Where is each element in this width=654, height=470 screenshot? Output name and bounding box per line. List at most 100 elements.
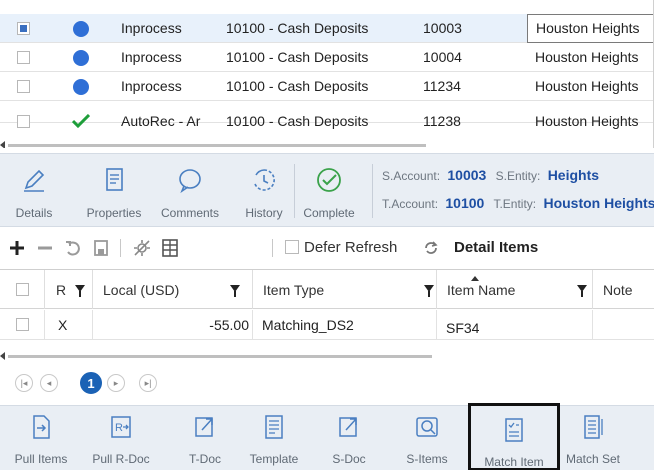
row-select-cell[interactable]: [0, 310, 45, 340]
pull-items-label: Pull Items: [14, 452, 68, 466]
target-account-label: T.Account:: [382, 197, 439, 211]
sort-ascending-icon: [471, 276, 479, 281]
match-item-button[interactable]: Match Item: [468, 403, 560, 470]
grid-row[interactable]: Inprocess 10100 - Cash Deposits 10003 Ho…: [0, 14, 653, 43]
source-info: S.Account: 10003 S.Entity: Heights: [382, 167, 654, 187]
status-cell: AutoRec - Ar: [121, 113, 201, 129]
first-page-icon[interactable]: |◂: [15, 374, 33, 392]
scroll-left-arrow-icon[interactable]: [0, 352, 5, 360]
toolbar-divider: [272, 239, 273, 257]
entity-cell[interactable]: Houston Heights: [527, 14, 653, 43]
refresh-icon[interactable]: [422, 238, 440, 258]
column-header-r[interactable]: R: [45, 270, 93, 309]
select-all-checkbox[interactable]: [16, 283, 29, 296]
number-cell: 11238: [423, 113, 461, 129]
filter-icon[interactable]: [424, 285, 434, 297]
scrollbar-thumb[interactable]: [8, 355, 432, 358]
grid-row[interactable]: Inprocess 10100 - Cash Deposits 10004 Ho…: [0, 43, 653, 72]
defer-refresh-checkbox[interactable]: [285, 240, 299, 254]
history-button[interactable]: History: [236, 154, 292, 228]
template-label: Template: [249, 452, 299, 466]
clear-filter-icon[interactable]: [132, 238, 152, 258]
details-label: Details: [15, 206, 53, 220]
item-name-cell[interactable]: SF34: [437, 310, 593, 340]
column-header-note[interactable]: Note: [593, 270, 654, 309]
pencil-icon: [24, 169, 45, 192]
remove-icon[interactable]: [36, 238, 54, 258]
target-entity-label: T.Entity:: [493, 197, 537, 211]
comments-button[interactable]: Comments: [152, 154, 228, 228]
blue-dot-icon: [73, 21, 89, 37]
match-item-icon: [505, 418, 523, 442]
comments-label: Comments: [160, 206, 219, 220]
local-usd-cell[interactable]: -55.00: [93, 310, 253, 340]
row-checkbox[interactable]: [17, 51, 30, 64]
table-row[interactable]: X -55.00 Matching_DS2 SF34: [0, 310, 654, 340]
column-header-label: Local (USD): [103, 282, 180, 298]
target-entity-value: Houston Heights: [543, 195, 654, 211]
filter-icon[interactable]: [75, 285, 85, 297]
target-info: T.Account: 10100 T.Entity: Houston Heigh…: [382, 195, 654, 215]
entity-cell: Houston Heights: [535, 113, 639, 129]
select-all-header[interactable]: [0, 270, 45, 309]
column-chooser-icon[interactable]: [160, 238, 180, 258]
item-type-cell[interactable]: Matching_DS2: [253, 310, 437, 340]
current-page-button[interactable]: 1: [80, 372, 102, 394]
account-cell: 10100 - Cash Deposits: [226, 49, 369, 65]
match-set-button[interactable]: Match Set: [560, 406, 626, 470]
blue-dot-icon: [73, 79, 89, 95]
complete-check-icon: [317, 168, 341, 192]
last-page-icon[interactable]: ▸|: [139, 374, 157, 392]
tdoc-button[interactable]: T-Doc: [170, 406, 240, 470]
column-header-item-type[interactable]: Item Type: [253, 270, 437, 309]
pull-items-button[interactable]: Pull Items: [0, 406, 82, 470]
add-icon[interactable]: [8, 238, 26, 258]
sitems-button[interactable]: S-Items: [392, 406, 462, 470]
template-icon: [265, 415, 283, 439]
grid-row[interactable]: Inprocess 10100 - Cash Deposits 11234 Ho…: [0, 72, 653, 101]
number-cell: 10003: [423, 20, 462, 36]
source-entity-value: Heights: [547, 167, 600, 183]
document-list-icon: [106, 168, 123, 191]
pull-items-icon: [33, 415, 50, 439]
complete-label: Complete: [303, 206, 355, 220]
toolbar-divider: [120, 239, 121, 257]
note-cell[interactable]: [593, 310, 654, 340]
sitems-icon: [416, 417, 438, 437]
grid-row[interactable]: AutoRec - Ar 10100 - Cash Deposits 11238…: [0, 101, 653, 129]
tdoc-label: T-Doc: [188, 452, 221, 466]
undo-icon[interactable]: [64, 238, 82, 258]
column-header-local-usd[interactable]: Local (USD): [93, 270, 253, 309]
previous-page-icon[interactable]: ◂: [40, 374, 58, 392]
save-icon[interactable]: [92, 238, 110, 258]
column-header-label: Note: [603, 282, 633, 298]
sdoc-button[interactable]: S-Doc: [318, 406, 380, 470]
account-cell: 10100 - Cash Deposits: [226, 20, 369, 36]
source-account-value: 10003: [447, 167, 487, 183]
row-checkbox[interactable]: [17, 115, 30, 128]
filter-icon[interactable]: [577, 285, 587, 297]
row-checkbox[interactable]: [16, 318, 29, 331]
column-header-label: R: [56, 282, 67, 298]
status-cell: Inprocess: [121, 78, 182, 94]
r-cell[interactable]: X: [45, 310, 93, 340]
pull-rdoc-button[interactable]: R Pull R-Doc: [82, 406, 160, 470]
column-header-item-name[interactable]: Item Name: [437, 270, 593, 309]
horizontal-scrollbar[interactable]: [0, 352, 654, 360]
properties-button[interactable]: Properties: [76, 154, 152, 228]
filter-icon[interactable]: [230, 285, 240, 297]
account-cell: 10100 - Cash Deposits: [226, 78, 369, 94]
scrollbar-thumb[interactable]: [8, 144, 426, 147]
next-page-icon[interactable]: ▸: [107, 374, 125, 392]
properties-label: Properties: [86, 206, 142, 220]
details-button[interactable]: Details: [10, 154, 58, 228]
template-button[interactable]: Template: [240, 406, 308, 470]
row-checkbox[interactable]: [17, 80, 30, 93]
complete-button[interactable]: Complete: [298, 154, 360, 228]
green-check-icon: [72, 114, 90, 128]
toolbar-divider: [372, 164, 373, 218]
scroll-left-arrow-icon[interactable]: [0, 141, 5, 148]
row-checkbox[interactable]: [17, 22, 30, 35]
horizontal-scrollbar[interactable]: [0, 141, 653, 148]
detail-items-title: Detail Items: [454, 239, 539, 256]
